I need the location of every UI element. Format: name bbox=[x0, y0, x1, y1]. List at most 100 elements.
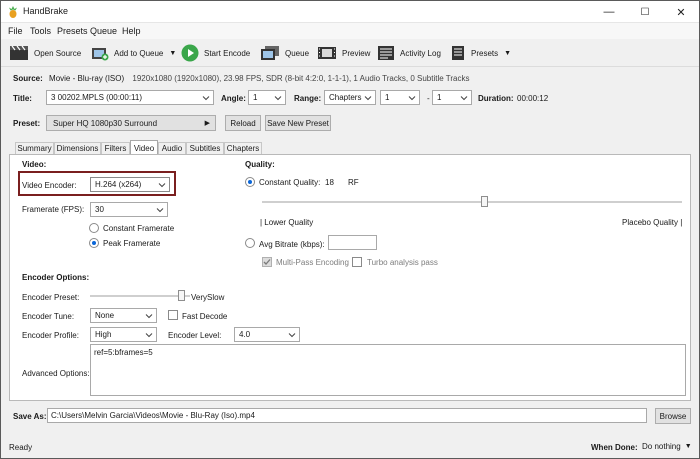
encoder-level-select[interactable]: 4.0 bbox=[234, 327, 300, 342]
multipass-checkbox[interactable] bbox=[262, 257, 272, 267]
encoder-profile-value: High bbox=[95, 330, 112, 339]
title-bar: HandBrake — ☐ ✕ bbox=[1, 1, 699, 23]
avg-bitrate-input[interactable] bbox=[328, 235, 377, 250]
browse-button[interactable]: Browse bbox=[655, 408, 691, 424]
encoder-preset-label: Encoder Preset: bbox=[22, 293, 80, 302]
menu-tools[interactable]: Tools bbox=[30, 26, 51, 36]
open-source-button[interactable]: Open Source bbox=[9, 43, 81, 63]
preset-label: Preset: bbox=[13, 119, 41, 128]
activity-log-button[interactable]: Activity Log bbox=[377, 43, 441, 63]
menu-queue[interactable]: Queue bbox=[90, 26, 117, 36]
minimize-button[interactable]: — bbox=[591, 1, 627, 23]
title-label: Title: bbox=[13, 94, 32, 103]
menu-presets[interactable]: Presets bbox=[57, 26, 88, 36]
queue-label: Queue bbox=[285, 48, 310, 58]
placebo-quality-label: Placebo Quality | bbox=[622, 218, 683, 227]
quality-slider-thumb[interactable] bbox=[481, 196, 488, 207]
range-mode-select[interactable]: Chapters bbox=[324, 90, 376, 105]
encoder-options-title: Encoder Options: bbox=[22, 273, 90, 282]
start-encode-button[interactable]: Start Encode bbox=[181, 43, 250, 63]
encoder-preset-slider-track[interactable] bbox=[90, 290, 190, 301]
framerate-select[interactable]: 30 bbox=[90, 202, 168, 217]
presets-dropdown-icon[interactable]: ▼ bbox=[504, 50, 511, 57]
chevron-down-icon bbox=[460, 96, 468, 101]
encoder-profile-select[interactable]: High bbox=[90, 327, 157, 342]
encoder-level-value: 4.0 bbox=[239, 330, 251, 339]
chevron-down-icon bbox=[408, 96, 416, 101]
quality-slider-track[interactable] bbox=[262, 196, 682, 207]
when-done-select[interactable]: Do nothing ▼ bbox=[642, 442, 692, 451]
multipass-label: Multi-Pass Encoding bbox=[276, 258, 349, 267]
encoder-profile-label: Encoder Profile: bbox=[22, 331, 79, 340]
angle-select[interactable]: 1 bbox=[248, 90, 286, 105]
video-tab-panel: Video: Video Encoder: H.264 (x264) Frame… bbox=[9, 154, 691, 401]
chevron-down-icon: ▼ bbox=[684, 443, 692, 450]
menu-file[interactable]: File bbox=[8, 26, 23, 36]
open-source-label: Open Source bbox=[34, 48, 82, 58]
toolbar: Open Source Add to Queue ▼ Start Encode bbox=[1, 39, 699, 67]
menu-help[interactable]: Help bbox=[122, 26, 141, 36]
chevron-down-icon bbox=[288, 333, 296, 338]
chevron-down-icon bbox=[156, 208, 164, 213]
tab-filters[interactable]: Filters bbox=[101, 142, 130, 154]
activity-log-label: Activity Log bbox=[400, 48, 441, 58]
peak-framerate-label: Peak Framerate bbox=[103, 239, 161, 248]
tab-chapters[interactable]: Chapters bbox=[224, 142, 262, 154]
close-button[interactable]: ✕ bbox=[663, 1, 699, 23]
title-value: 3 00202.MPLS (00:00:11) bbox=[51, 93, 143, 102]
peak-framerate-radio[interactable] bbox=[89, 238, 99, 248]
range-start-select[interactable]: 1 bbox=[380, 90, 420, 105]
tab-summary[interactable]: Summary bbox=[15, 142, 54, 154]
advanced-options-label: Advanced Options: bbox=[22, 369, 90, 378]
video-encoder-label: Video Encoder: bbox=[22, 181, 77, 190]
queue-button[interactable]: Queue bbox=[260, 43, 309, 63]
advanced-options-textarea[interactable]: ref=5:bframes=5 bbox=[90, 344, 686, 396]
save-as-label: Save As: bbox=[13, 412, 47, 421]
turbo-label: Turbo analysis pass bbox=[367, 258, 438, 267]
checkmark-icon bbox=[263, 259, 271, 265]
tab-audio[interactable]: Audio bbox=[158, 142, 186, 154]
title-select[interactable]: 3 00202.MPLS (00:00:11) bbox=[46, 90, 214, 105]
tab-video[interactable]: Video bbox=[130, 140, 158, 155]
add-to-queue-button[interactable]: Add to Queue ▼ bbox=[91, 43, 176, 63]
preview-button[interactable]: Preview bbox=[317, 43, 370, 63]
source-label: Source: bbox=[13, 74, 43, 83]
presets-button[interactable]: Presets ▼ bbox=[450, 43, 511, 63]
encoder-tune-select[interactable]: None bbox=[90, 308, 157, 323]
tab-dimensions[interactable]: Dimensions bbox=[54, 142, 101, 154]
preview-label: Preview bbox=[342, 48, 371, 58]
menu-bar: File Tools Presets Queue Help bbox=[1, 23, 699, 39]
window-title: HandBrake bbox=[23, 6, 69, 16]
chevron-down-icon bbox=[274, 96, 282, 101]
reload-button[interactable]: Reload bbox=[225, 115, 261, 131]
range-end-select[interactable]: 1 bbox=[432, 90, 472, 105]
turbo-checkbox[interactable] bbox=[352, 257, 362, 267]
preset-selector[interactable]: Super HQ 1080p30 Surround ▶ bbox=[46, 115, 216, 131]
when-done-label: When Done: bbox=[591, 443, 638, 452]
encoder-level-label: Encoder Level: bbox=[168, 331, 222, 340]
avg-bitrate-radio[interactable] bbox=[245, 238, 255, 248]
chevron-down-icon bbox=[202, 96, 210, 101]
encoder-tune-value: None bbox=[95, 311, 115, 320]
video-section-title: Video: bbox=[22, 160, 47, 169]
save-new-preset-button[interactable]: Save New Preset bbox=[265, 115, 331, 131]
angle-value: 1 bbox=[253, 93, 258, 102]
constant-quality-radio[interactable] bbox=[245, 177, 255, 187]
save-as-path-input[interactable]: C:\Users\Melvin Garcia\Videos\Movie - Bl… bbox=[47, 408, 647, 423]
angle-label: Angle: bbox=[221, 94, 246, 103]
add-to-queue-dropdown-icon[interactable]: ▼ bbox=[169, 50, 176, 57]
constant-framerate-radio[interactable] bbox=[89, 223, 99, 233]
maximize-button[interactable]: ☐ bbox=[627, 1, 663, 23]
constant-quality-value: 18 bbox=[325, 178, 334, 187]
status-text: Ready bbox=[9, 443, 33, 452]
preset-value: Super HQ 1080p30 Surround bbox=[53, 118, 158, 128]
framerate-value: 30 bbox=[95, 205, 104, 214]
video-encoder-select[interactable]: H.264 (x264) bbox=[90, 177, 170, 192]
range-separator: - bbox=[427, 94, 430, 103]
tab-subtitles[interactable]: Subtitles bbox=[186, 142, 224, 154]
encoder-preset-slider-thumb[interactable] bbox=[178, 290, 185, 301]
start-encode-label: Start Encode bbox=[204, 48, 251, 58]
duration-value: 00:00:12 bbox=[517, 94, 549, 103]
fast-decode-checkbox[interactable] bbox=[168, 310, 178, 320]
when-done-value: Do nothing bbox=[642, 442, 681, 451]
